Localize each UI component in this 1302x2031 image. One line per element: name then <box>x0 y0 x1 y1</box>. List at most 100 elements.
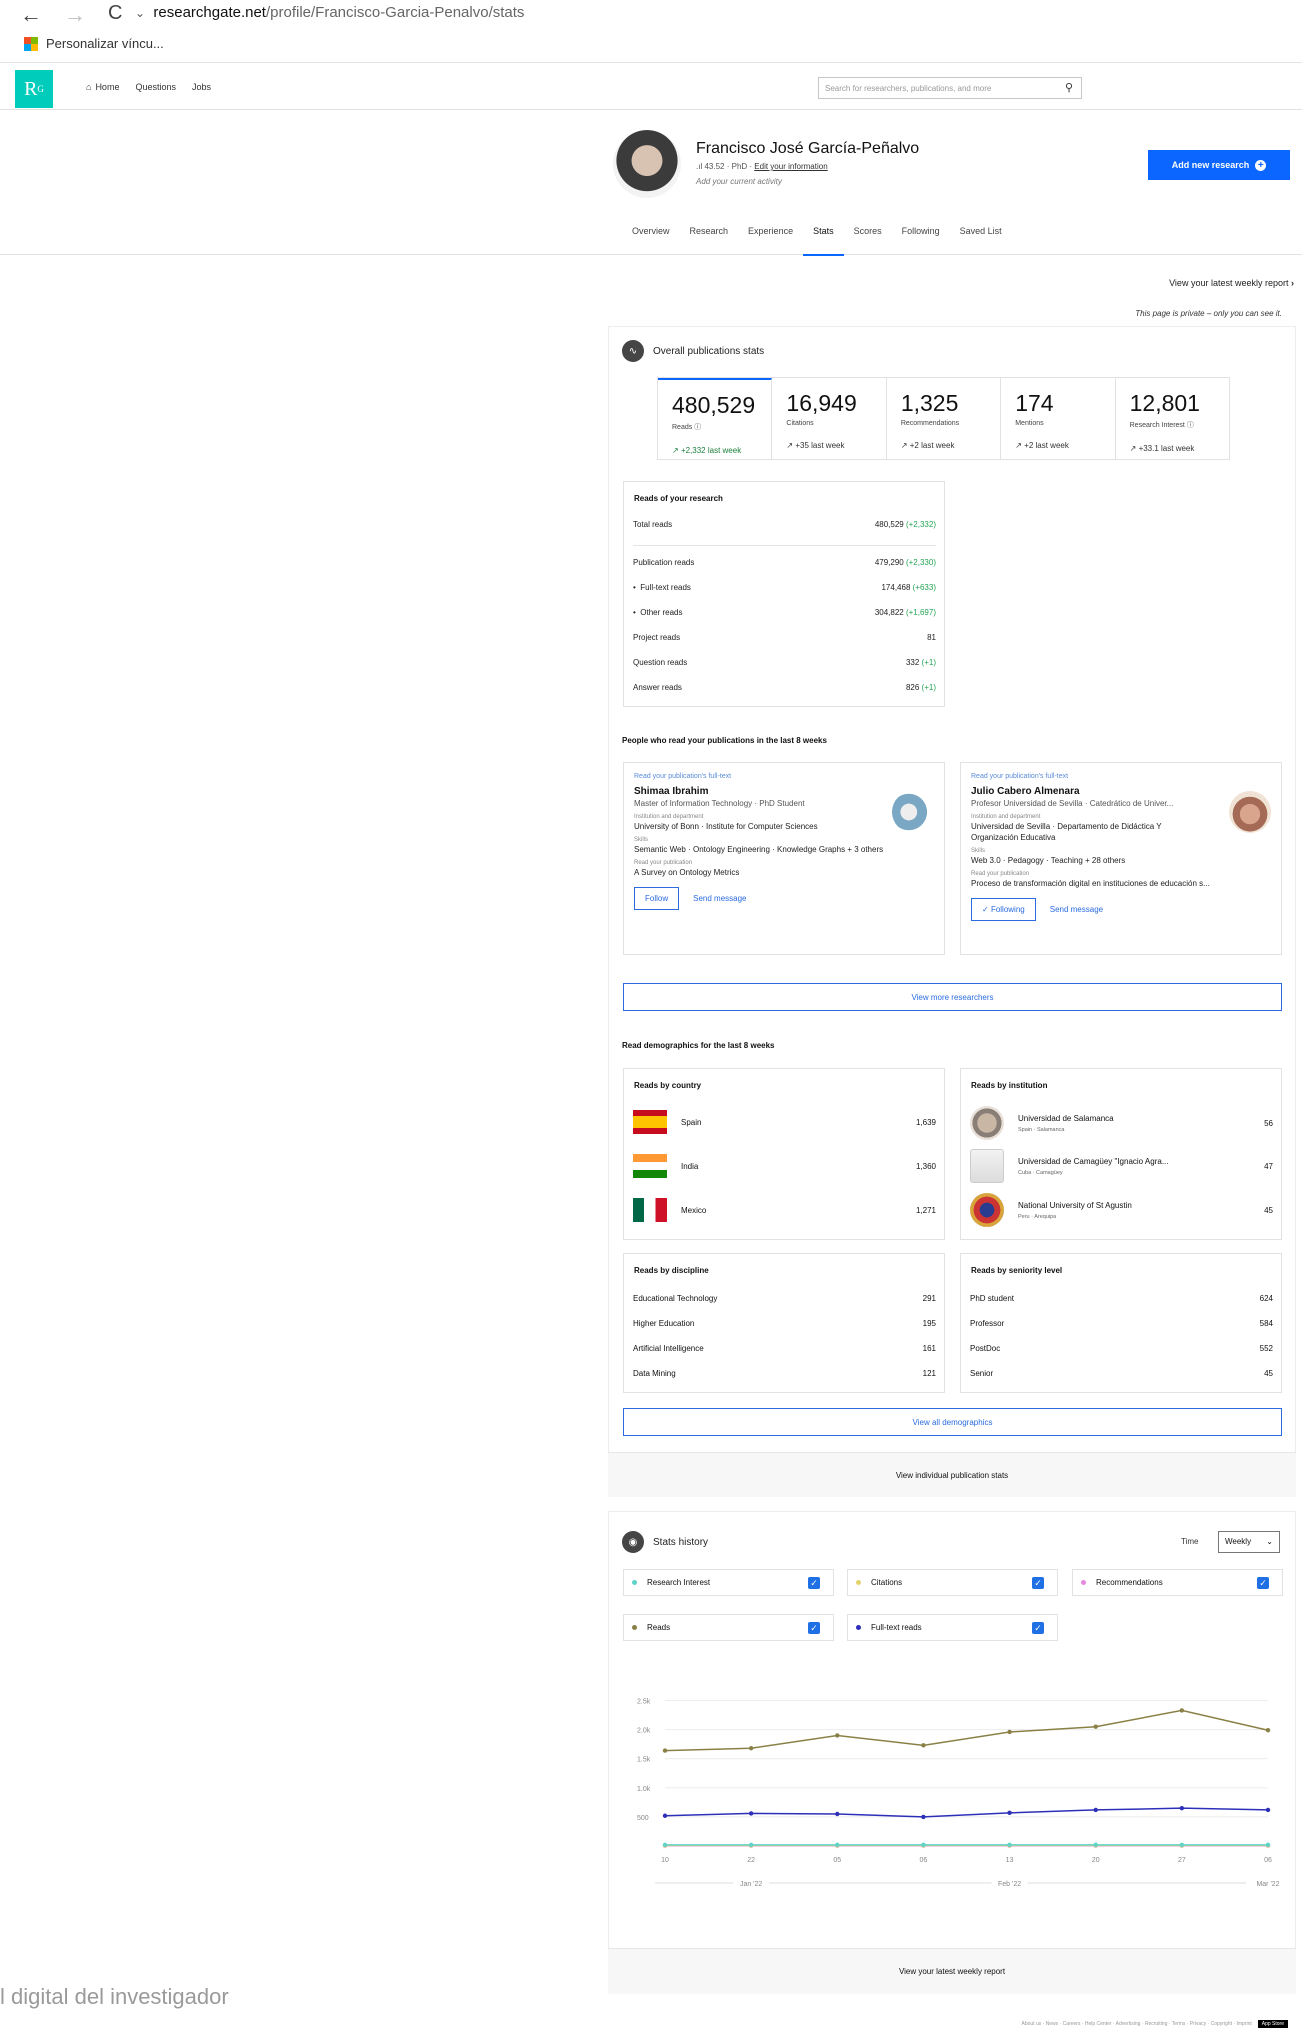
browser-chrome: ← → C ⌄ researchgate.net/profile/Francis… <box>0 0 1302 63</box>
legend-full-text-reads[interactable]: Full-text reads ✓ <box>847 1614 1058 1641</box>
researchgate-logo[interactable]: RG <box>15 70 53 108</box>
reader-skills: Semantic Web · Ontology Engineering · Kn… <box>634 845 884 854</box>
reader-avatar[interactable] <box>1229 791 1271 833</box>
tab-saved-list[interactable]: Saved List <box>950 226 1012 256</box>
app-store-badge[interactable]: App Store <box>1257 2019 1288 2028</box>
plus-icon: + <box>1255 159 1267 171</box>
nav-home[interactable]: Home <box>95 82 119 92</box>
logo-letter: R <box>24 77 38 100</box>
tab-experience[interactable]: Experience <box>738 226 803 256</box>
stats-history-header: ◉ Stats history <box>622 1531 708 1553</box>
country-row: India 1,360 <box>633 1152 936 1180</box>
tab-following[interactable]: Following <box>892 226 950 256</box>
legend-dot <box>856 1625 861 1630</box>
weekly-report-link[interactable]: View your latest weekly report › <box>1169 278 1294 288</box>
checkbox-checked-icon[interactable]: ✓ <box>1257 1577 1269 1589</box>
reads-row-value: 332 <box>905 658 920 667</box>
history-icon: ◉ <box>622 1531 644 1553</box>
send-message-button[interactable]: Send message <box>693 894 746 903</box>
tab-stats[interactable]: Stats <box>803 226 844 256</box>
reader-action: Read your publication's full-text <box>971 773 1069 780</box>
y-tick-label: 500 <box>637 1815 649 1822</box>
bookmark-item[interactable]: Personalizar víncu... <box>24 36 164 51</box>
chevron-down-icon[interactable]: ⌄ <box>135 6 145 20</box>
checkbox-checked-icon[interactable]: ✓ <box>1032 1622 1044 1634</box>
trend-up-icon: ↗ <box>1015 441 1022 450</box>
send-message-button[interactable]: Send message <box>1050 905 1103 914</box>
info-icon[interactable]: ⓘ <box>1187 422 1194 429</box>
tab-scores[interactable]: Scores <box>844 226 892 256</box>
data-point <box>1007 1729 1012 1735</box>
institution-name[interactable]: Universidad de Camagüey "Ignacio Agra... <box>1018 1157 1168 1166</box>
seniority-name: Senior <box>970 1369 994 1378</box>
institution-name[interactable]: National University of St Agustin <box>1018 1201 1132 1210</box>
checkbox-checked-icon[interactable]: ✓ <box>808 1577 820 1589</box>
checkbox-checked-icon[interactable]: ✓ <box>1032 1577 1044 1589</box>
stat-mentions[interactable]: 174 Mentions ↗ +2 last week <box>1001 378 1116 459</box>
add-activity-link[interactable]: Add your current activity <box>696 177 782 186</box>
reader-name[interactable]: Julio Cabero Almenara <box>971 786 1276 797</box>
legend-recommendations[interactable]: Recommendations ✓ <box>1072 1569 1283 1596</box>
data-point <box>1093 1724 1098 1729</box>
camaguey-logo-icon <box>970 1149 1004 1183</box>
home-icon[interactable]: ⌂ <box>86 82 91 92</box>
legend-citations[interactable]: Citations ✓ <box>847 1569 1058 1596</box>
info-icon[interactable]: ⓘ <box>694 424 701 431</box>
x-tick-label: 05 <box>833 1857 841 1864</box>
legend-research-interest[interactable]: Research Interest ✓ <box>623 1569 834 1596</box>
reload-icon[interactable]: C <box>108 2 122 28</box>
publication-key: Read your publication <box>634 860 693 866</box>
view-more-researchers-button[interactable]: View more researchers <box>623 983 1282 1011</box>
follow-button[interactable]: Follow <box>634 887 680 910</box>
country-value: 1,639 <box>915 1117 936 1127</box>
discipline-name: Higher Education <box>633 1319 695 1328</box>
forward-arrow-icon[interactable]: → <box>64 2 86 28</box>
view-publication-stats-button[interactable]: View individual publication stats <box>608 1452 1296 1497</box>
latest-weekly-report-button[interactable]: View your latest weekly report <box>608 1948 1296 1994</box>
data-point <box>921 1814 926 1820</box>
reader-publication[interactable]: A Survey on Ontology Metrics <box>634 868 939 877</box>
institution-row: National University of St Agustin Peru · … <box>970 1193 1273 1227</box>
stat-research-interest[interactable]: 12,801 Research Interest ⓘ ↗ +33.1 last … <box>1116 378 1229 459</box>
stat-reads[interactable]: 480,529 Reads ⓘ ↗ +2,332 last week <box>658 378 773 459</box>
reader-role: Master of Information Technology · PhD S… <box>634 799 805 808</box>
stat-citations[interactable]: 16,949 Citations ↗ +35 last week <box>772 378 887 459</box>
data-point <box>1093 1807 1098 1813</box>
reader-avatar[interactable] <box>892 791 934 833</box>
browser-nav: ← → C <box>20 2 122 28</box>
reads-row-delta: (+633) <box>912 583 936 592</box>
reads-row-total: Total reads 480,529 (+2,332) <box>633 520 936 529</box>
nav-questions[interactable]: Questions <box>135 82 176 92</box>
reader-name[interactable]: Shimaa Ibrahim <box>634 786 939 797</box>
country-row: Spain 1,639 <box>633 1108 936 1136</box>
chevron-down-icon: ⌄ <box>1266 1537 1273 1546</box>
reader-publication[interactable]: Proceso de transformación digital en ins… <box>971 879 1276 888</box>
reads-row-label: Question reads <box>633 658 688 667</box>
stat-recommendations[interactable]: 1,325 Recommendations ↗ +2 last week <box>887 378 1002 459</box>
checkbox-checked-icon[interactable]: ✓ <box>808 1622 820 1634</box>
address-bar[interactable]: ⌄ researchgate.net/profile/Francisco-Gar… <box>135 4 524 21</box>
following-button[interactable]: ✓ Following <box>971 898 1036 921</box>
profile-avatar[interactable] <box>613 130 681 198</box>
time-select[interactable]: Weekly ⌄ <box>1218 1531 1280 1553</box>
x-tick-label: 20 <box>1092 1857 1100 1864</box>
edit-information-link[interactable]: Edit your information <box>754 162 827 171</box>
tab-overview[interactable]: Overview <box>622 226 680 256</box>
seniority-value: 624 <box>1259 1294 1273 1303</box>
footer-links[interactable]: About us · News · Careers · Help Center … <box>1021 2021 1251 2027</box>
search-input[interactable]: Search for researchers, publications, an… <box>818 77 1082 99</box>
data-point <box>1179 1805 1185 1811</box>
institution-name[interactable]: Universidad de Salamanca <box>1018 1114 1114 1123</box>
legend-reads[interactable]: Reads ✓ <box>623 1614 834 1641</box>
x-tick-label: 06 <box>1264 1857 1272 1864</box>
reader-card-body: Read your publication's full-text Shimaa… <box>634 773 939 910</box>
tab-research[interactable]: Research <box>680 226 739 256</box>
overall-stats-row: 480,529 Reads ⓘ ↗ +2,332 last week 16,94… <box>657 377 1230 460</box>
reads-row-publication: Publication reads 479,290 (+2,330) <box>633 558 936 567</box>
back-arrow-icon[interactable]: ← <box>20 2 42 28</box>
search-icon[interactable]: ⚲ <box>1065 81 1073 94</box>
view-all-demographics-button[interactable]: View all demographics <box>623 1408 1282 1436</box>
x-tick-label: 22 <box>747 1857 755 1864</box>
add-new-research-button[interactable]: Add new research + <box>1148 150 1290 180</box>
nav-jobs[interactable]: Jobs <box>192 82 211 92</box>
